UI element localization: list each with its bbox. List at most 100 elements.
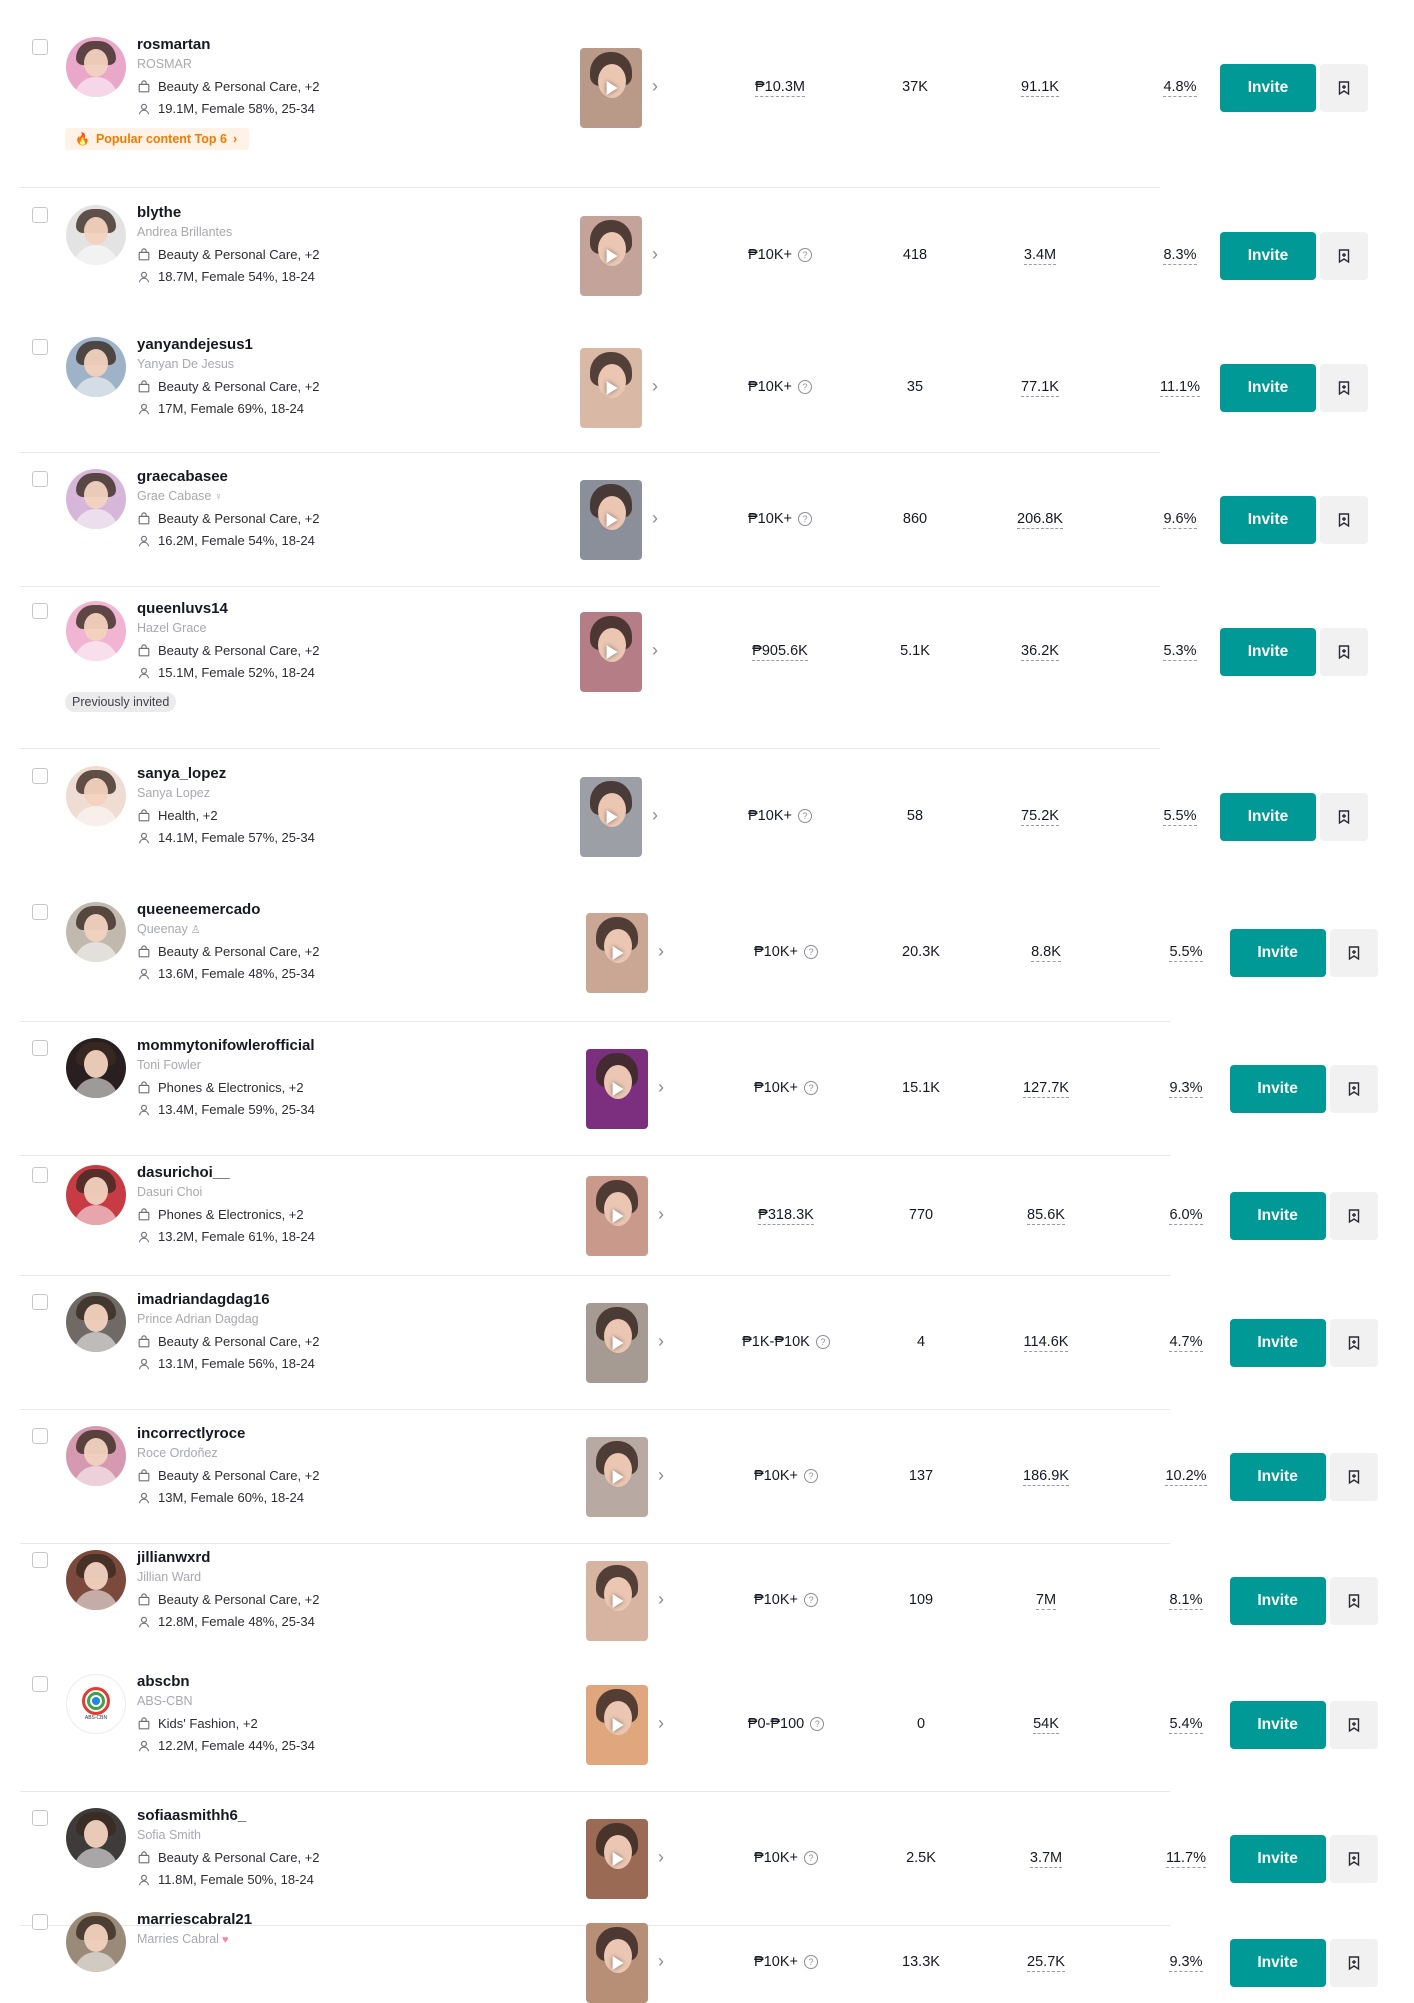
video-thumbnail[interactable] (586, 1303, 648, 1383)
avatar[interactable] (66, 469, 126, 529)
invite-button[interactable]: Invite (1220, 628, 1316, 676)
chevron-right-icon[interactable]: › (658, 941, 664, 962)
save-creator-button[interactable] (1320, 793, 1368, 841)
save-creator-button[interactable] (1329, 1319, 1378, 1367)
popular-content-badge[interactable]: 🔥 Popular content Top 6 › (65, 128, 250, 150)
row-checkbox[interactable] (32, 39, 48, 55)
row-checkbox[interactable] (32, 1294, 48, 1310)
invite-button[interactable]: Invite (1229, 1835, 1326, 1883)
chevron-right-icon[interactable]: › (658, 1847, 664, 1868)
invite-button[interactable]: Invite (1229, 929, 1326, 977)
invite-button[interactable]: Invite (1220, 232, 1316, 280)
row-checkbox[interactable] (32, 471, 48, 487)
help-icon[interactable]: ? (797, 248, 812, 262)
video-thumbnail[interactable] (586, 1176, 648, 1256)
avatar[interactable] (66, 205, 126, 265)
video-thumbnail[interactable] (586, 1437, 648, 1517)
save-creator-button[interactable] (1329, 1192, 1378, 1240)
chevron-right-icon[interactable]: › (652, 376, 658, 397)
invite-button[interactable]: Invite (1220, 364, 1316, 412)
invite-button[interactable]: Invite (1229, 1577, 1326, 1625)
chevron-right-icon[interactable]: › (652, 76, 658, 97)
avatar[interactable] (66, 1808, 126, 1868)
help-icon[interactable]: ? (803, 1081, 818, 1095)
avatar[interactable] (66, 601, 126, 661)
creator-username[interactable]: yanyandejesus1 (137, 336, 253, 353)
video-thumbnail[interactable] (586, 913, 648, 993)
row-checkbox[interactable] (32, 1428, 48, 1444)
chevron-right-icon[interactable]: › (652, 508, 658, 529)
row-checkbox[interactable] (32, 1914, 48, 1930)
chevron-right-icon[interactable]: › (652, 640, 658, 661)
row-checkbox[interactable] (32, 1810, 48, 1826)
row-checkbox[interactable] (32, 603, 48, 619)
invite-button[interactable]: Invite (1229, 1065, 1326, 1113)
save-creator-button[interactable] (1320, 232, 1368, 280)
avatar[interactable] (66, 1038, 126, 1098)
chevron-right-icon[interactable]: › (658, 1951, 664, 1972)
video-thumbnail[interactable] (580, 48, 642, 128)
save-creator-button[interactable] (1320, 628, 1368, 676)
video-thumbnail[interactable] (586, 1819, 648, 1899)
chevron-right-icon[interactable]: › (658, 1077, 664, 1098)
save-creator-button[interactable] (1329, 1701, 1378, 1749)
video-thumbnail[interactable] (586, 1561, 648, 1641)
creator-username[interactable]: queenluvs14 (137, 600, 228, 617)
avatar[interactable] (66, 1550, 126, 1610)
invite-button[interactable]: Invite (1220, 64, 1316, 112)
row-checkbox[interactable] (32, 1040, 48, 1056)
avatar[interactable] (66, 902, 126, 962)
creator-username[interactable]: mommytonifowlerofficial (137, 1037, 315, 1054)
avatar[interactable]: ABS-CBN (66, 1674, 126, 1734)
chevron-right-icon[interactable]: › (658, 1204, 664, 1225)
video-thumbnail[interactable] (586, 1685, 648, 1765)
row-checkbox[interactable] (32, 339, 48, 355)
creator-username[interactable]: jillianwxrd (137, 1549, 210, 1566)
video-thumbnail[interactable] (586, 1923, 648, 2003)
video-thumbnail[interactable] (580, 348, 642, 428)
invite-button[interactable]: Invite (1229, 1319, 1326, 1367)
creator-username[interactable]: abscbn (137, 1673, 190, 1690)
chevron-right-icon[interactable]: › (652, 805, 658, 826)
help-icon[interactable]: ? (810, 1717, 825, 1731)
creator-username[interactable]: incorrectlyroce (137, 1425, 245, 1442)
help-icon[interactable]: ? (803, 1955, 818, 1969)
row-checkbox[interactable] (32, 1552, 48, 1568)
video-thumbnail[interactable] (580, 480, 642, 560)
invite-button[interactable]: Invite (1220, 793, 1316, 841)
creator-username[interactable]: marriescabral21 (137, 1911, 252, 1928)
row-checkbox[interactable] (32, 1676, 48, 1692)
save-creator-button[interactable] (1329, 1065, 1378, 1113)
creator-username[interactable]: queeneemercado (137, 901, 260, 918)
row-checkbox[interactable] (32, 1167, 48, 1183)
video-thumbnail[interactable] (586, 1049, 648, 1129)
invite-button[interactable]: Invite (1229, 1701, 1326, 1749)
chevron-right-icon[interactable]: › (652, 244, 658, 265)
avatar[interactable] (66, 337, 126, 397)
save-creator-button[interactable] (1320, 64, 1368, 112)
help-icon[interactable]: ? (803, 1593, 818, 1607)
creator-username[interactable]: graecabasee (137, 468, 228, 485)
chevron-right-icon[interactable]: › (658, 1713, 664, 1734)
video-thumbnail[interactable] (580, 216, 642, 296)
help-icon[interactable]: ? (797, 809, 812, 823)
avatar[interactable] (66, 1165, 126, 1225)
help-icon[interactable]: ? (803, 945, 818, 959)
creator-username[interactable]: dasurichoi__ (137, 1164, 230, 1181)
chevron-right-icon[interactable]: › (658, 1465, 664, 1486)
chevron-right-icon[interactable]: › (658, 1589, 664, 1610)
creator-username[interactable]: sanya_lopez (137, 765, 226, 782)
row-checkbox[interactable] (32, 768, 48, 784)
invite-button[interactable]: Invite (1229, 1192, 1326, 1240)
avatar[interactable] (66, 1426, 126, 1486)
creator-username[interactable]: rosmartan (137, 36, 210, 53)
invite-button[interactable]: Invite (1229, 1453, 1326, 1501)
invite-button[interactable]: Invite (1229, 1939, 1326, 1987)
save-creator-button[interactable] (1329, 929, 1378, 977)
avatar[interactable] (66, 1912, 126, 1972)
video-thumbnail[interactable] (580, 777, 642, 857)
avatar[interactable] (66, 766, 126, 826)
save-creator-button[interactable] (1329, 1835, 1378, 1883)
save-creator-button[interactable] (1329, 1577, 1378, 1625)
help-icon[interactable]: ? (803, 1851, 818, 1865)
